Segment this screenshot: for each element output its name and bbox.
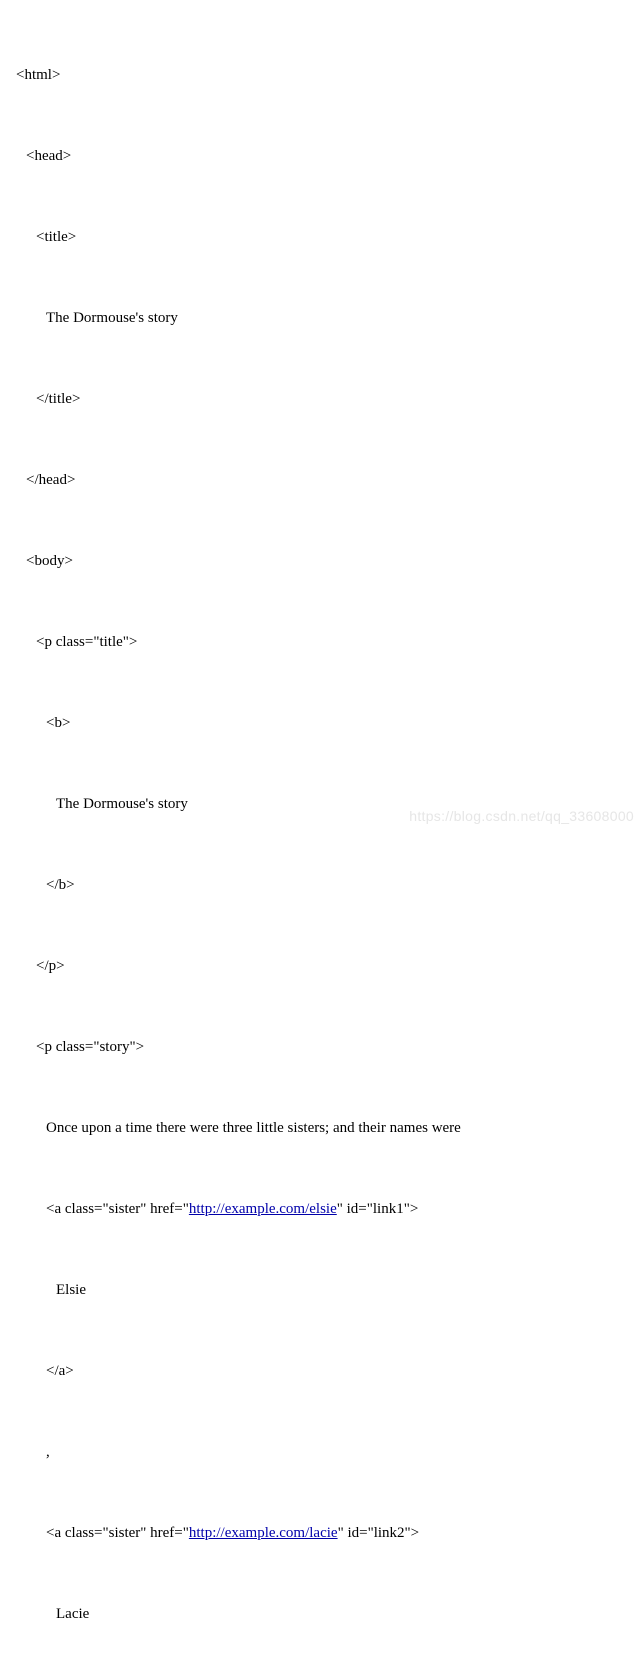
code-line: , bbox=[8, 1439, 644, 1466]
code-line: <p class="story"> bbox=[8, 1034, 644, 1061]
code-line: </title> bbox=[8, 386, 644, 413]
code-line: </p> bbox=[8, 953, 644, 980]
code-line: <html> bbox=[8, 62, 644, 89]
code-line: <title> bbox=[8, 224, 644, 251]
code-line: <a class="sister" href="http://example.c… bbox=[8, 1520, 644, 1547]
code-line: The Dormouse's story bbox=[8, 791, 644, 818]
code-line: The Dormouse's story bbox=[8, 305, 644, 332]
url-link[interactable]: http://example.com/elsie bbox=[189, 1201, 337, 1217]
code-text: <a class="sister" href=" bbox=[46, 1525, 189, 1541]
url-link[interactable]: http://example.com/lacie bbox=[189, 1525, 338, 1541]
code-line: <a class="sister" href="http://example.c… bbox=[8, 1196, 644, 1223]
code-line: </b> bbox=[8, 872, 644, 899]
code-line: <b> bbox=[8, 710, 644, 737]
code-line: </a> bbox=[8, 1358, 644, 1385]
code-line: <head> bbox=[8, 143, 644, 170]
code-text: " id="link2"> bbox=[338, 1525, 420, 1541]
code-text: <a class="sister" href=" bbox=[46, 1201, 189, 1217]
code-line: Lacie bbox=[8, 1601, 644, 1628]
code-line: <p class="title"> bbox=[8, 629, 644, 656]
code-line: </head> bbox=[8, 467, 644, 494]
code-line: <body> bbox=[8, 548, 644, 575]
code-block: <html> <head> <title> The Dormouse's sto… bbox=[0, 0, 644, 1660]
code-text: " id="link1"> bbox=[337, 1201, 419, 1217]
code-line: Elsie bbox=[8, 1277, 644, 1304]
code-line: Once upon a time there were three little… bbox=[8, 1115, 644, 1142]
